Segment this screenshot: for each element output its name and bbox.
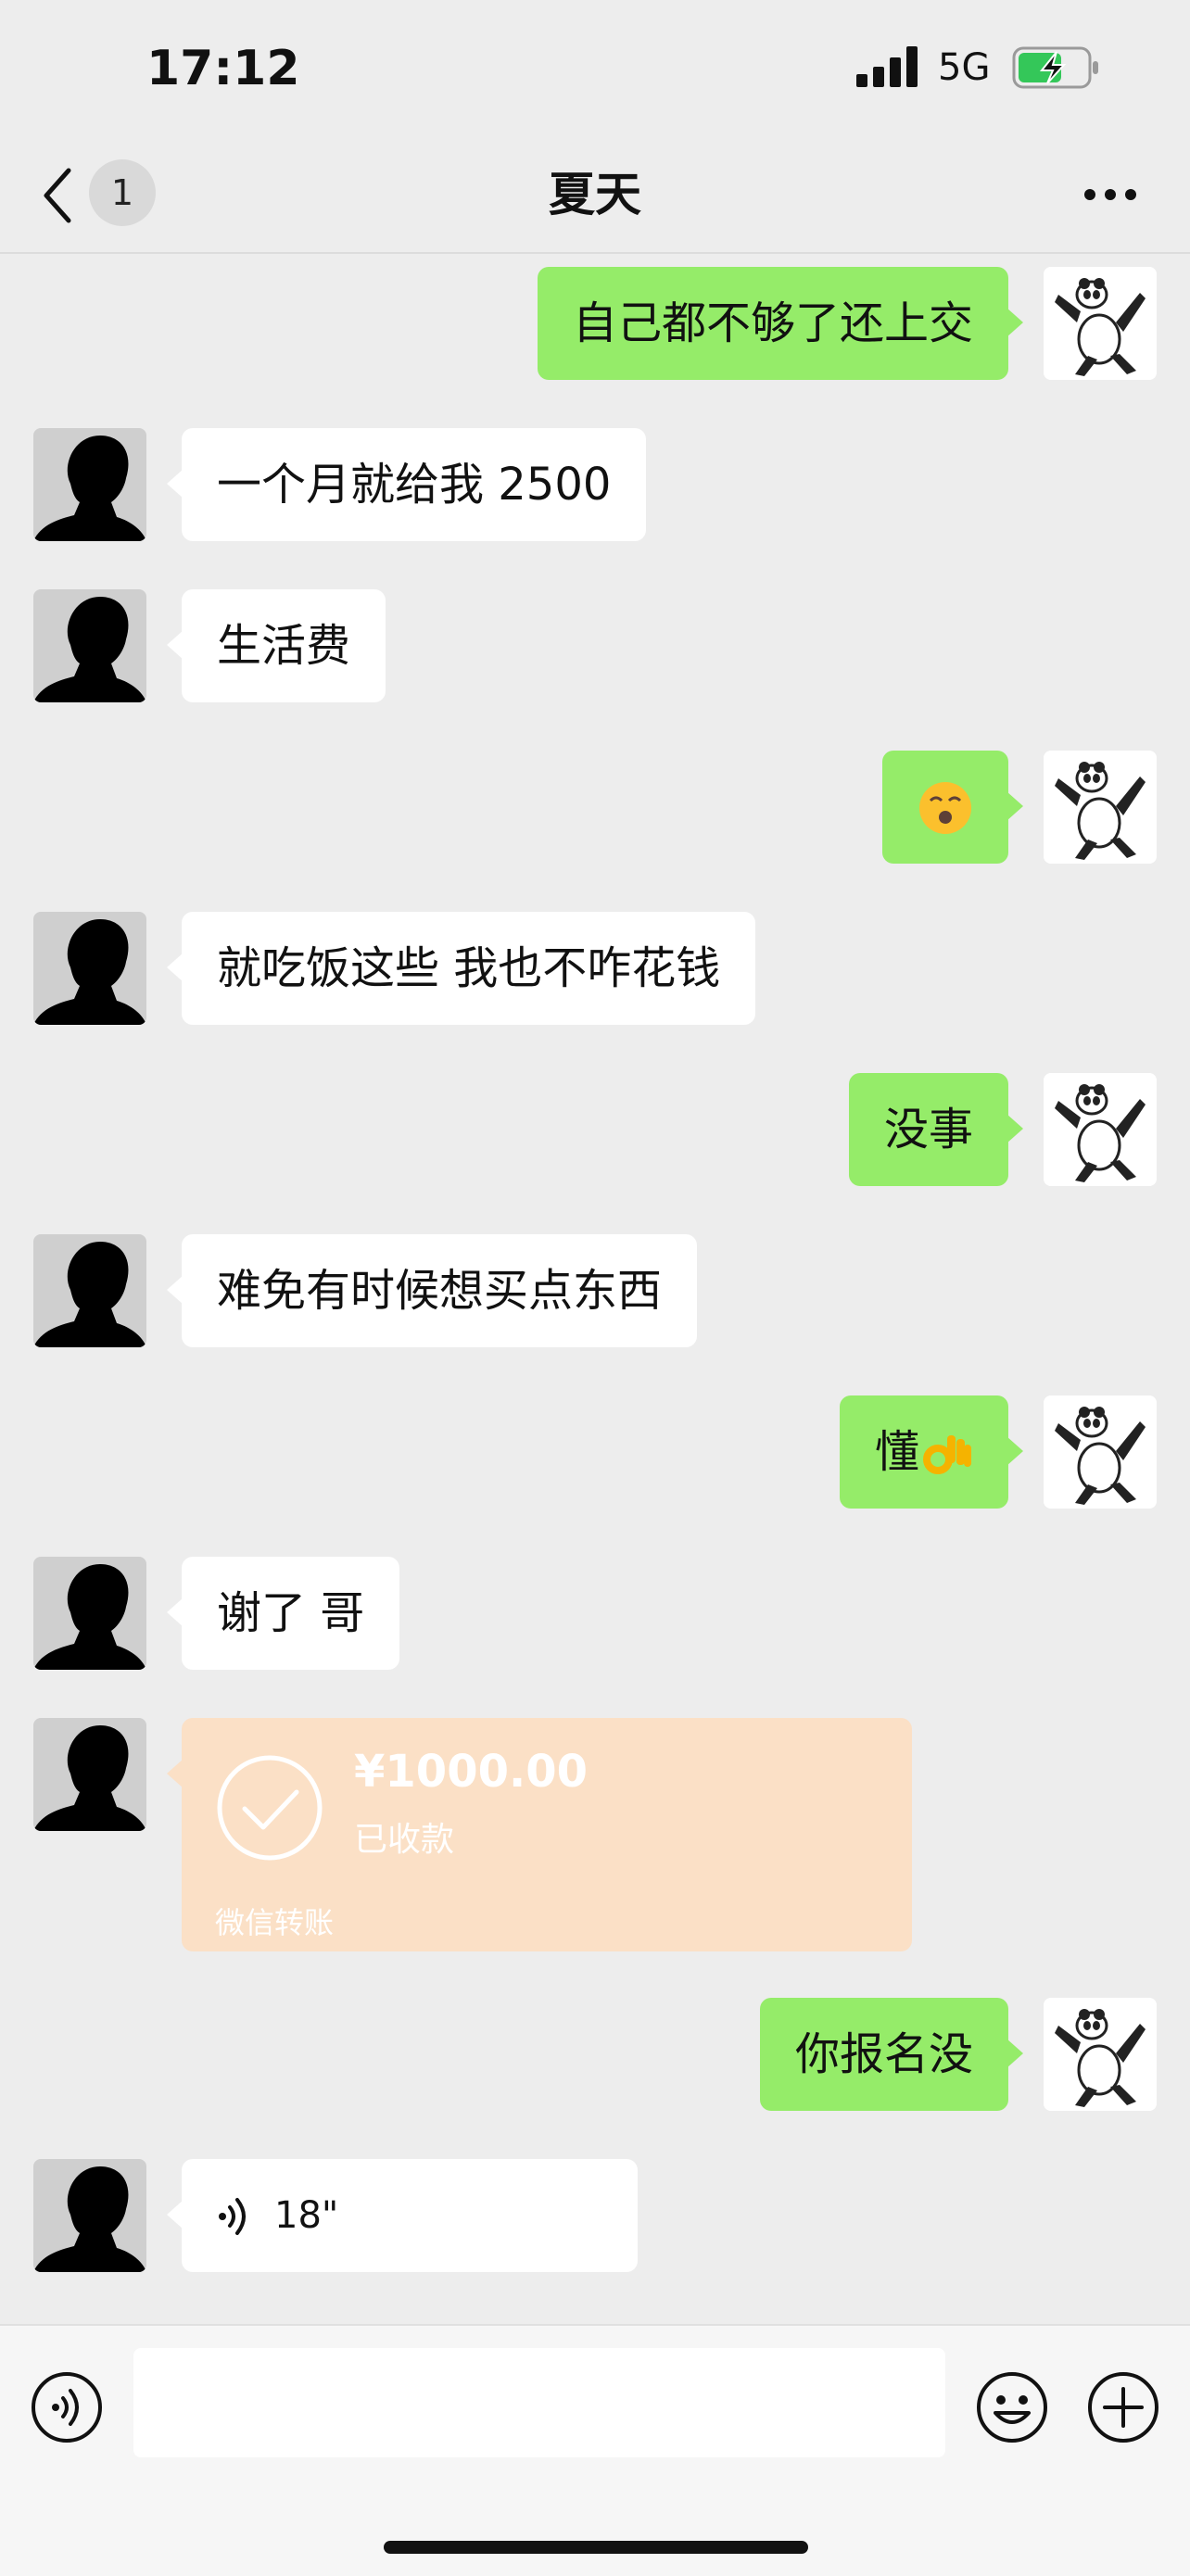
my-avatar[interactable] xyxy=(1044,267,1157,380)
silhouette-avatar-icon xyxy=(33,1718,146,1831)
panda-avatar-icon xyxy=(1044,267,1157,380)
voice-message-bubble[interactable]: 18" xyxy=(167,2159,638,2272)
received-message-bubble[interactable]: 一个月就给我 2500 xyxy=(166,428,647,541)
silhouette-avatar-icon xyxy=(33,2159,146,2272)
my-avatar[interactable] xyxy=(1044,1998,1157,2111)
sent-message-bubble[interactable]: 没事 xyxy=(848,1073,1024,1186)
cellular-signal-icon xyxy=(856,46,918,87)
message-input[interactable] xyxy=(133,2348,945,2457)
sent-message-bubble[interactable]: 自己都不够了还上交 xyxy=(537,267,1024,380)
network-type: 5G xyxy=(938,46,991,89)
ok-hand-emoji-icon xyxy=(923,1435,971,1474)
contact-avatar[interactable] xyxy=(33,1718,146,1831)
sent-message-bubble[interactable]: 懂 xyxy=(839,1395,1024,1509)
voice-duration: 18" xyxy=(274,2194,339,2237)
status-time: 17:12 xyxy=(146,41,300,96)
received-message-bubble[interactable]: 谢了 哥 xyxy=(166,1557,400,1670)
home-indicator xyxy=(384,2541,808,2554)
silhouette-avatar-icon xyxy=(33,589,146,702)
contact-avatar[interactable] xyxy=(33,589,146,702)
chat-title: 夏天 xyxy=(549,168,641,221)
kiss-face-emoji-icon xyxy=(919,782,971,834)
received-message-bubble[interactable]: 生活费 xyxy=(166,589,386,702)
sent-message-bubble[interactable]: 你报名没 xyxy=(759,1998,1024,2111)
input-bar xyxy=(0,2324,1190,2576)
check-circle-icon xyxy=(217,1755,323,1861)
my-avatar[interactable] xyxy=(1044,1073,1157,1186)
message-text: 懂 xyxy=(874,1426,919,1478)
panda-avatar-icon xyxy=(1044,751,1157,864)
my-avatar[interactable] xyxy=(1044,1395,1157,1509)
contact-avatar[interactable] xyxy=(33,1234,146,1347)
panda-avatar-icon xyxy=(1044,1395,1157,1509)
silhouette-avatar-icon xyxy=(33,428,146,541)
sent-emoji-bubble[interactable] xyxy=(882,751,1023,864)
silhouette-avatar-icon xyxy=(33,1234,146,1347)
transfer-card[interactable]: ¥1000.00 已收款 微信转账 xyxy=(167,1718,912,1951)
silhouette-avatar-icon xyxy=(33,912,146,1025)
panda-avatar-icon xyxy=(1044,1073,1157,1186)
more-options-icon[interactable] xyxy=(1082,185,1138,204)
contact-avatar[interactable] xyxy=(33,428,146,541)
emoji-icon[interactable] xyxy=(975,2370,1049,2444)
panda-avatar-icon xyxy=(1044,1998,1157,2111)
add-icon[interactable] xyxy=(1086,2370,1160,2444)
voice-mode-icon[interactable] xyxy=(30,2370,104,2444)
received-message-bubble[interactable]: 难免有时候想买点东西 xyxy=(166,1234,698,1347)
contact-avatar[interactable] xyxy=(33,912,146,1025)
transfer-amount: ¥1000.00 xyxy=(354,1746,589,1798)
received-message-bubble[interactable]: 就吃饭这些 我也不咋花钱 xyxy=(166,912,756,1025)
transfer-footer-label: 微信转账 xyxy=(215,1905,335,1940)
transfer-status: 已收款 xyxy=(354,1821,455,1859)
voice-wave-icon xyxy=(219,2198,246,2235)
my-avatar[interactable] xyxy=(1044,751,1157,864)
battery-charging-icon xyxy=(1012,46,1098,89)
chat-header: 1 夏天 xyxy=(0,139,1190,254)
contact-avatar[interactable] xyxy=(33,1557,146,1670)
status-bar: 17:12 5G xyxy=(0,0,1190,139)
contact-avatar[interactable] xyxy=(33,2159,146,2272)
silhouette-avatar-icon xyxy=(33,1557,146,1670)
